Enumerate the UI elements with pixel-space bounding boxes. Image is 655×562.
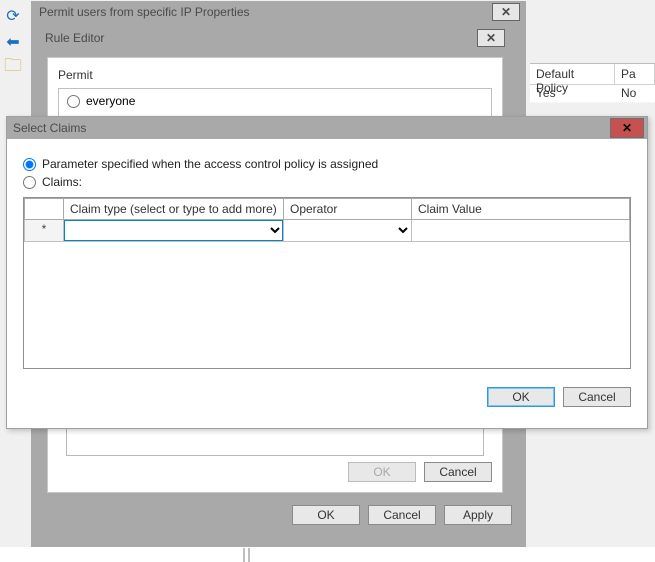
- policy-list: Default Policy Pa Yes No: [530, 63, 655, 103]
- select-claims-title: Select Claims: [13, 121, 86, 135]
- close-icon: ✕: [501, 5, 511, 19]
- option-claims-label: Claims:: [42, 175, 82, 189]
- rule-editor-title: Rule Editor ✕: [37, 27, 513, 52]
- rule-editor-cancel-button[interactable]: Cancel: [424, 462, 492, 482]
- properties-button-row: OK Cancel Apply: [39, 505, 518, 525]
- select-claims-dialog: Select Claims ✕ Parameter specified when…: [6, 116, 648, 429]
- col-p2[interactable]: Pa: [615, 64, 655, 84]
- policy-row-cell: Yes: [530, 85, 615, 102]
- rule-editor-ok-button: OK: [348, 462, 416, 482]
- select-claims-close-button[interactable]: ✕: [611, 119, 643, 137]
- col-row-marker[interactable]: [24, 198, 64, 220]
- select-claims-titlebar: Select Claims ✕: [7, 117, 647, 139]
- permit-everyone-radio[interactable]: [67, 95, 80, 108]
- refresh-icon[interactable]: ⟳: [3, 6, 23, 26]
- properties-close-button[interactable]: ✕: [492, 3, 520, 21]
- col-default-policy[interactable]: Default Policy: [530, 64, 615, 84]
- permit-label: Permit: [58, 68, 492, 82]
- col-operator[interactable]: Operator: [284, 198, 412, 220]
- col-claim-value[interactable]: Claim Value: [412, 198, 630, 220]
- properties-cancel-button[interactable]: Cancel: [368, 505, 436, 525]
- permit-everyone-option[interactable]: everyone: [67, 94, 135, 108]
- select-claims-body: Parameter specified when the access cont…: [7, 139, 647, 379]
- properties-ok-button[interactable]: OK: [292, 505, 360, 525]
- policy-row-cell2: No: [615, 85, 642, 102]
- cell-claim-value[interactable]: [412, 220, 630, 242]
- option-parameter-label: Parameter specified when the access cont…: [42, 157, 378, 171]
- option-parameter-radio[interactable]: [23, 158, 36, 171]
- select-claims-button-row: OK Cancel: [7, 379, 647, 407]
- close-icon: ✕: [486, 31, 496, 45]
- operator-select[interactable]: [284, 220, 411, 241]
- permit-everyone-label: everyone: [86, 94, 135, 108]
- properties-title: Permit users from specific IP Properties…: [31, 1, 526, 26]
- tree-connector: [243, 548, 245, 562]
- properties-apply-button[interactable]: Apply: [444, 505, 512, 525]
- close-icon: ✕: [622, 121, 632, 135]
- rule-editor-button-row: OK Cancel: [58, 462, 492, 482]
- option-claims-radio[interactable]: [23, 176, 36, 189]
- claim-value-input[interactable]: [412, 220, 629, 241]
- select-claims-ok-button[interactable]: OK: [487, 387, 555, 407]
- properties-title-text: Permit users from specific IP Properties: [39, 5, 250, 19]
- claim-type-select[interactable]: [64, 220, 283, 241]
- tree-connector: [248, 548, 250, 562]
- cell-claim-type[interactable]: [64, 220, 284, 242]
- row-marker: *: [24, 220, 64, 242]
- option-claims-row[interactable]: Claims:: [23, 175, 631, 189]
- claims-grid: Claim type (select or type to add more) …: [23, 197, 631, 369]
- option-parameter-row[interactable]: Parameter specified when the access cont…: [23, 157, 631, 171]
- back-arrow-icon[interactable]: ⬅: [3, 32, 23, 52]
- folder-icon[interactable]: 🗀: [3, 58, 23, 78]
- claims-grid-new-row: *: [24, 220, 630, 242]
- rule-editor-close-button[interactable]: ✕: [477, 29, 505, 47]
- rule-editor-title-text: Rule Editor: [45, 31, 104, 45]
- claims-grid-header: Claim type (select or type to add more) …: [24, 198, 630, 220]
- select-claims-cancel-button[interactable]: Cancel: [563, 387, 631, 407]
- cell-operator[interactable]: [284, 220, 412, 242]
- col-claim-type[interactable]: Claim type (select or type to add more): [64, 198, 284, 220]
- toolbar: ⟳ ⬅ 🗀: [3, 6, 23, 78]
- policy-row[interactable]: Yes No: [530, 85, 655, 103]
